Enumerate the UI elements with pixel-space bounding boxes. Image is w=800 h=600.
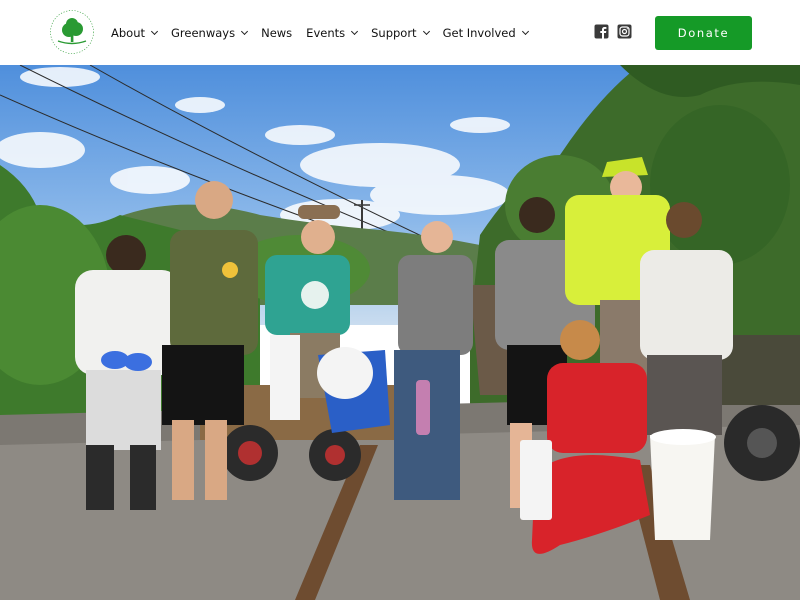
nav-item-news[interactable]: News bbox=[261, 26, 292, 40]
chevron-down-icon bbox=[521, 27, 529, 35]
hero-image bbox=[0, 65, 800, 600]
nav-item-support[interactable]: Support bbox=[371, 25, 430, 40]
nav-item-label: News bbox=[261, 25, 293, 40]
nav-item-greenways[interactable]: Greenways bbox=[171, 25, 249, 40]
nav-item-events[interactable]: Events bbox=[306, 25, 359, 40]
volunteer-group-photo bbox=[0, 65, 800, 600]
nav-item-label: Events bbox=[306, 25, 346, 40]
instagram-icon[interactable] bbox=[617, 24, 632, 39]
chevron-down-icon bbox=[351, 27, 359, 35]
nav-item-label: About bbox=[111, 25, 146, 40]
chevron-down-icon bbox=[241, 27, 249, 35]
facebook-icon[interactable] bbox=[594, 24, 609, 39]
tree-logo-icon bbox=[50, 10, 94, 54]
nav-item-about[interactable]: About bbox=[111, 25, 159, 40]
donate-button[interactable]: Donate bbox=[655, 16, 752, 50]
nav-item-label: Support bbox=[371, 25, 417, 40]
main-nav: About Greenways News Events Support Get … bbox=[111, 0, 542, 65]
chevron-down-icon bbox=[150, 27, 159, 35]
nav-item-get-involved[interactable]: Get Involved bbox=[442, 25, 529, 40]
site-header: About Greenways News Events Support Get … bbox=[0, 0, 800, 65]
site-logo[interactable] bbox=[49, 9, 95, 55]
chevron-down-icon bbox=[422, 27, 430, 35]
nav-item-label: Greenways bbox=[171, 25, 236, 40]
nav-item-label: Get Involved bbox=[442, 25, 516, 40]
